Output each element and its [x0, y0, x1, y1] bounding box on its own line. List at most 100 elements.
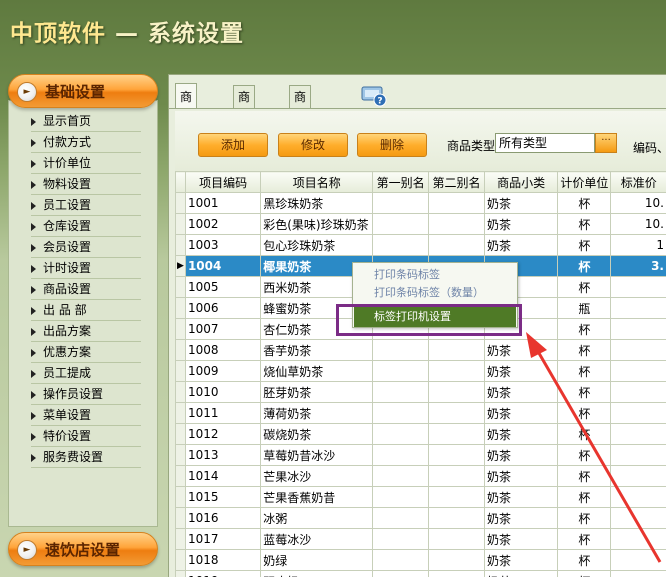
cell-cat[interactable]: 奶茶 — [483, 402, 559, 424]
sidebar-item[interactable]: 显示首页 — [31, 111, 141, 132]
table-row[interactable]: 1001 黑珍珠奶茶 奶茶杯 10. — [175, 192, 666, 214]
cell-a2[interactable] — [428, 549, 485, 571]
cell-cat[interactable]: 奶茶 — [483, 444, 559, 466]
cell-code[interactable]: 1011 — [184, 402, 262, 424]
cell-price[interactable] — [610, 276, 666, 298]
table-row[interactable]: 1018 奶绿 奶茶杯 — [175, 549, 666, 571]
cell-price[interactable] — [610, 486, 666, 508]
cell-cat[interactable]: 奶茶 — [483, 360, 559, 382]
cell-unit[interactable]: 杯 — [557, 444, 612, 466]
cell-name[interactable]: 烧仙草奶茶 — [260, 360, 374, 382]
cell-price[interactable] — [610, 444, 666, 466]
cell-a2[interactable] — [428, 360, 485, 382]
table-row[interactable]: 1011 薄荷奶茶 奶茶杯 — [175, 402, 666, 424]
cell-price[interactable]: 1 — [610, 234, 666, 256]
cell-code[interactable]: 1018 — [184, 549, 262, 571]
table-row[interactable]: 1012 碳烧奶茶 奶茶杯 — [175, 423, 666, 445]
cell-cat[interactable]: 奶茶 — [483, 192, 559, 214]
sidebar-item[interactable]: 优惠方案 — [31, 342, 141, 363]
cell-a2[interactable] — [428, 528, 485, 550]
table-row[interactable]: 1017 蓝莓冰沙 奶茶杯 — [175, 528, 666, 550]
cell-code[interactable]: 1004 — [184, 255, 262, 277]
cell-a1[interactable] — [372, 402, 430, 424]
cell-name[interactable]: 黑珍珠奶茶 — [260, 192, 374, 214]
cell-code[interactable]: 1012 — [184, 423, 262, 445]
cell-unit[interactable]: 杯 — [557, 192, 612, 214]
sidebar-item[interactable]: 员工设置 — [31, 195, 141, 216]
cell-code[interactable]: 1007 — [184, 318, 262, 340]
table-row[interactable]: 1019双皮奶 奶茶杯 — [175, 570, 666, 577]
cell-a1[interactable] — [372, 507, 430, 529]
help-icon[interactable]: ? — [361, 85, 387, 107]
cell-price[interactable]: 10. — [610, 213, 666, 235]
cell-code[interactable]: 1016 — [184, 507, 262, 529]
cell-a1[interactable] — [372, 444, 430, 466]
cell-a1[interactable] — [372, 423, 430, 445]
sidebar-item[interactable]: 物料设置 — [31, 174, 141, 195]
cell-price[interactable] — [610, 318, 666, 340]
column-header[interactable]: 标准价 — [610, 171, 666, 193]
cell-code[interactable]: 1015 — [184, 486, 262, 508]
column-header[interactable]: 计价单位 — [557, 171, 612, 193]
cell-a2[interactable] — [428, 507, 485, 529]
cell-unit[interactable]: 杯 — [557, 234, 612, 256]
cell-price[interactable] — [610, 381, 666, 403]
column-header[interactable]: 第一别名 — [372, 171, 430, 193]
cell-unit[interactable]: 杯 — [557, 507, 612, 529]
delete-button[interactable]: 删除 — [357, 133, 427, 157]
cell-name[interactable]: 芒果香蕉奶昔 — [260, 486, 374, 508]
cell-price[interactable] — [610, 570, 666, 577]
cell-a1[interactable] — [372, 486, 430, 508]
cell-unit[interactable]: 杯 — [557, 465, 612, 487]
menu-print-barcode-label[interactable]: 打印条码标签 — [354, 265, 516, 285]
cell-a1[interactable] — [372, 570, 430, 577]
cell-cat[interactable]: 奶茶 — [483, 507, 559, 529]
cell-unit[interactable]: 杯 — [557, 486, 612, 508]
cell-name[interactable]: 蓝莓冰沙 — [260, 528, 374, 550]
cell-cat[interactable]: 奶茶 — [483, 234, 559, 256]
cell-unit[interactable]: 杯 — [557, 423, 612, 445]
sidebar-item[interactable]: 菜单设置 — [31, 405, 141, 426]
cell-unit[interactable]: 杯 — [557, 549, 612, 571]
table-row[interactable]: 1010 胚芽奶茶 奶茶杯 — [175, 381, 666, 403]
cell-name[interactable]: 碳烧奶茶 — [260, 423, 374, 445]
sidebar-item[interactable]: 出品方案 — [31, 321, 141, 342]
column-header[interactable]: 第二别名 — [428, 171, 485, 193]
menu-print-barcode-label-qty[interactable]: 打印条码标签（数量） — [354, 283, 516, 303]
cell-a1[interactable] — [372, 360, 430, 382]
cell-unit[interactable]: 杯 — [557, 381, 612, 403]
cell-unit[interactable]: 杯 — [557, 213, 612, 235]
cell-a1[interactable] — [372, 192, 430, 214]
cell-a1[interactable] — [372, 234, 430, 256]
cell-name[interactable]: 草莓奶昔冰沙 — [260, 444, 374, 466]
cell-name[interactable]: 双皮奶 — [260, 570, 374, 577]
cell-code[interactable]: 1019 — [184, 570, 262, 577]
cell-a2[interactable] — [428, 486, 485, 508]
cell-unit[interactable]: 杯 — [557, 318, 612, 340]
cell-cat[interactable]: 奶茶 — [483, 486, 559, 508]
cell-code[interactable]: 1006 — [184, 297, 262, 319]
cell-price[interactable] — [610, 360, 666, 382]
cell-a2[interactable] — [428, 570, 485, 577]
cell-cat[interactable]: 奶茶 — [483, 465, 559, 487]
cell-price[interactable] — [610, 297, 666, 319]
cell-name[interactable]: 冰粥 — [260, 507, 374, 529]
product-type-picker-button[interactable]: ··· — [595, 133, 617, 153]
cell-code[interactable]: 1017 — [184, 528, 262, 550]
sidebar-item[interactable]: 特价设置 — [31, 426, 141, 447]
cell-cat[interactable]: 奶茶 — [483, 570, 559, 577]
cell-a2[interactable] — [428, 402, 485, 424]
cell-code[interactable]: 1001 — [184, 192, 262, 214]
cell-name[interactable]: 包心珍珠奶茶 — [260, 234, 374, 256]
table-row[interactable]: 1009 烧仙草奶茶 奶茶杯 — [175, 360, 666, 382]
sidebar-header-fastfood-settings[interactable]: ► 速饮店设置 — [8, 532, 158, 566]
cell-code[interactable]: 1013 — [184, 444, 262, 466]
cell-price[interactable] — [610, 423, 666, 445]
table-row[interactable]: 1013 草莓奶昔冰沙 奶茶杯 — [175, 444, 666, 466]
cell-name[interactable]: 奶绿 — [260, 549, 374, 571]
cell-cat[interactable]: 奶茶 — [483, 381, 559, 403]
cell-name[interactable]: 芒果冰沙 — [260, 465, 374, 487]
sidebar-item[interactable]: 计价单位 — [31, 153, 141, 174]
cell-cat[interactable]: 奶茶 — [483, 423, 559, 445]
sidebar-header-basic-settings[interactable]: ► 基础设置 — [8, 74, 158, 108]
